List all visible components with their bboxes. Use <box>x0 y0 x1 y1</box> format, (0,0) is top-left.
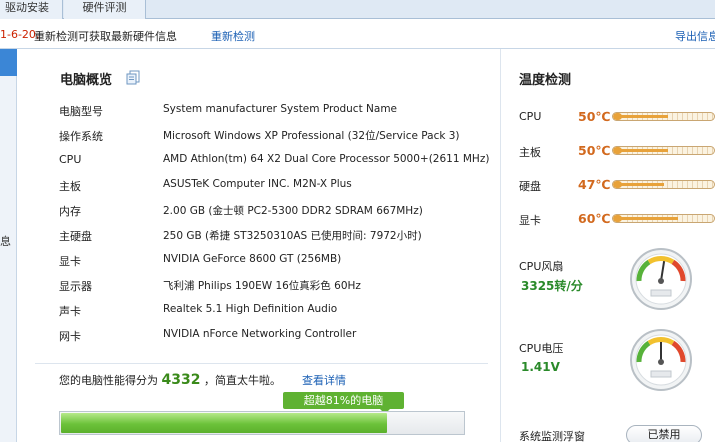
overview-row-value: 2.00 GB (金士顿 PC2-5300 DDR2 SDRAM 667MHz) <box>163 205 423 217</box>
overview-row-label: CPU <box>59 153 82 166</box>
score-value: 4332 <box>161 372 201 388</box>
temp-label: 主板 <box>519 146 541 159</box>
cpu-fan-label: CPU风扇 <box>519 260 564 273</box>
view-details-link[interactable]: 查看详情 <box>302 372 346 388</box>
overview-row-value: NVIDIA GeForce 8600 GT (256MB) <box>163 253 342 265</box>
overview-row-label: 主硬盘 <box>59 230 92 243</box>
monitor-toggle-button[interactable]: 已禁用 <box>626 425 702 442</box>
temp-value: 50℃ <box>578 109 611 124</box>
thermometer-bar <box>612 180 715 189</box>
overview-row-value: System manufacturer System Product Name <box>163 103 398 115</box>
overview-row-label: 显示器 <box>59 280 92 293</box>
voltage-gauge-icon <box>630 329 692 391</box>
tab-driver-install[interactable]: 驱动安装 <box>0 0 63 19</box>
overview-row-value: Microsoft Windows XP Professional (32位/S… <box>163 130 460 142</box>
left-nav-strip: 息 <box>0 49 17 442</box>
monitor-float-label: 系统监测浮窗 <box>519 430 585 442</box>
info-bar: 1-6-20, 重新检测可获取最新硬件信息 重新检测 导出信息 <box>0 19 715 49</box>
left-nav-selected-item[interactable] <box>0 49 17 76</box>
overview-row-label: 显卡 <box>59 255 81 268</box>
thermometer-bar <box>612 214 715 223</box>
overview-row-label: 网卡 <box>59 330 81 343</box>
thermometer-bar <box>612 146 715 155</box>
fan-gauge-icon <box>630 248 692 310</box>
overview-row-value: NVIDIA nForce Networking Controller <box>163 328 357 340</box>
overview-row-label: 主板 <box>59 180 81 193</box>
overview-row-label: 电脑型号 <box>59 105 103 118</box>
temp-label: 硬盘 <box>519 180 541 193</box>
overview-row-value: 250 GB (希捷 ST3250310AS 已使用时间: 7972小时) <box>163 230 422 242</box>
left-nav-label[interactable]: 息 <box>0 233 11 249</box>
overview-row-value: 飞利浦 Philips 190EW 16位真彩色 60Hz <box>163 280 361 292</box>
export-info-link[interactable]: 导出信息 <box>675 28 715 44</box>
percentile-badge: 超越81%的电脑 <box>283 392 404 414</box>
overview-title: 电脑概览 <box>60 73 113 88</box>
score-suffix: ，简直太牛啦。 <box>203 374 281 387</box>
temp-label: CPU <box>519 110 542 123</box>
thermometer-bar <box>612 112 715 121</box>
overview-row-label: 操作系统 <box>59 130 103 143</box>
recheck-link[interactable]: 重新检测 <box>211 28 255 44</box>
performance-bar <box>59 411 465 435</box>
temp-label: 显卡 <box>519 214 541 227</box>
info-message: 重新检测可获取最新硬件信息 <box>34 30 177 43</box>
temperature-title: 温度检测 <box>519 73 572 88</box>
score-prefix: 您的电脑性能得分为 <box>59 374 158 387</box>
top-tab-bar: 驱动安装 硬件评测 <box>0 0 715 19</box>
temp-value: 50℃ <box>578 143 611 158</box>
tab-hardware-benchmark[interactable]: 硬件评测 <box>64 0 146 19</box>
cpu-fan-speed: 3325转/分 <box>521 279 583 293</box>
score-line: 您的电脑性能得分为 4332 ，简直太牛啦。 <box>59 372 281 388</box>
overview-row-value: Realtek 5.1 High Definition Audio <box>163 303 338 315</box>
section-divider <box>35 363 488 364</box>
panel-divider <box>500 49 501 442</box>
copy-icon[interactable] <box>126 70 140 85</box>
overview-row-value: ASUSTeK Computer INC. M2N-X Plus <box>163 178 352 190</box>
overview-row-value: AMD Athlon(tm) 64 X2 Dual Core Processor… <box>163 153 490 165</box>
temp-value: 60℃ <box>578 211 611 226</box>
cpu-voltage-label: CPU电压 <box>519 342 564 355</box>
temp-value: 47℃ <box>578 177 611 192</box>
overview-row-label: 声卡 <box>59 305 81 318</box>
performance-bar-fill <box>61 413 387 433</box>
cpu-voltage-value: 1.41V <box>521 360 560 374</box>
overview-row-label: 内存 <box>59 205 81 218</box>
